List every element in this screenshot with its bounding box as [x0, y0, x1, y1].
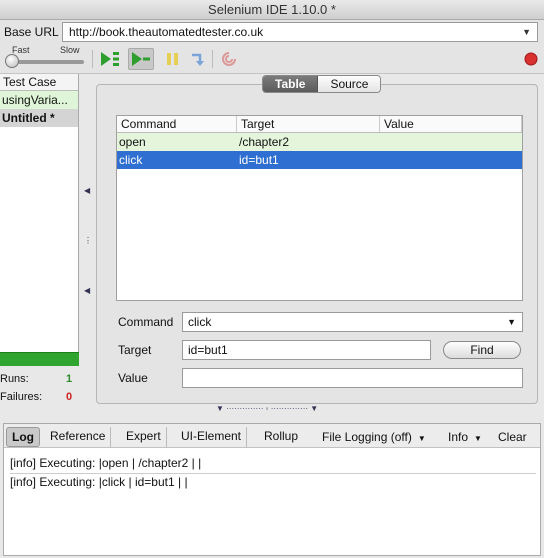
file-logging-menu[interactable]: File Logging (off) ▼ [322, 430, 426, 444]
record-icon [524, 52, 538, 66]
chevron-left-icon: ◀ [84, 286, 91, 295]
base-url-input[interactable]: http://book.theautomatedtester.co.uk ▼ [62, 22, 538, 42]
clear-button[interactable]: Clear [498, 430, 527, 444]
toolbar-divider [92, 50, 93, 68]
cell-target: /chapter2 [239, 135, 290, 149]
command-table: Command Target Value open /chapter2 clic… [116, 115, 523, 301]
speed-slow-label: Slow [60, 45, 80, 55]
file-logging-label: File Logging (off) [322, 430, 412, 444]
tab-source[interactable]: Source [318, 76, 381, 92]
horizontal-splitter[interactable]: ▼ ·············· ◦ ·············· ▼ [216, 404, 318, 413]
play-test-button[interactable] [128, 48, 154, 70]
test-case-panel: Test Case usingVaria... Untitled * [0, 74, 79, 352]
log-entry: [info] Executing: |open | /chapter2 | | [10, 456, 536, 474]
runs-label: Runs: [0, 373, 29, 385]
rollup-icon [222, 52, 236, 66]
tab-expert[interactable]: Expert [121, 427, 167, 447]
chevron-down-icon[interactable]: ▼ [507, 313, 516, 331]
play-suite-button[interactable] [97, 48, 123, 70]
failures-count: 0 [66, 391, 73, 403]
base-url-label: Base URL [4, 25, 59, 39]
chevron-left-icon: ◀ [84, 186, 91, 195]
command-label: Command [118, 315, 174, 329]
failures-label: Failures: [0, 391, 43, 403]
command-select[interactable]: click ▼ [182, 312, 523, 332]
grip-icon: ⋮ [84, 236, 92, 245]
cell-value [380, 133, 522, 151]
chevron-down-icon: ▼ [417, 434, 426, 443]
play-test-icon [132, 52, 150, 66]
editor-panel: Table Source Command Target Value open /… [96, 75, 538, 404]
pause-button[interactable] [160, 48, 186, 70]
table-row[interactable]: click id=but1 [117, 151, 522, 169]
speed-slider[interactable] [10, 60, 84, 64]
step-icon [192, 53, 204, 66]
column-header-target[interactable]: Target [237, 116, 380, 132]
cell-command: open [119, 135, 146, 149]
table-row[interactable]: open /chapter2 [117, 133, 522, 151]
target-input[interactable]: id=but1 [182, 340, 431, 360]
tab-rollup[interactable]: Rollup [259, 427, 303, 447]
value-input[interactable] [182, 368, 523, 388]
base-url-value: http://book.theautomatedtester.co.uk [69, 25, 264, 39]
window-title: Selenium IDE 1.10.0 * [0, 0, 544, 20]
rollup-button[interactable] [216, 48, 242, 70]
step-button[interactable] [184, 48, 210, 70]
log-level-menu[interactable]: Info ▼ [448, 430, 482, 444]
log-entry: [info] Executing: |click | id=but1 | | [10, 475, 188, 489]
table-header: Command Target Value [117, 116, 522, 133]
cell-value [380, 151, 522, 169]
tab-reference[interactable]: Reference [45, 427, 112, 447]
view-switch: Table Source [262, 75, 382, 93]
column-header-command[interactable]: Command [117, 116, 237, 132]
toolbar: Fast Slow [0, 44, 544, 74]
cell-target: id=but1 [239, 153, 279, 167]
toolbar-divider [212, 50, 213, 68]
cell-command: click [119, 153, 143, 167]
chevron-down-icon[interactable]: ▼ [522, 23, 531, 41]
test-case-item[interactable]: usingVaria... [0, 91, 78, 109]
target-label: Target [118, 343, 152, 357]
run-progress-bar [0, 352, 79, 366]
chevron-down-icon: ▼ [474, 434, 482, 443]
test-case-item[interactable]: Untitled * [0, 109, 78, 127]
bottom-panel: Log Reference Expert UI-Element Rollup F… [3, 423, 541, 556]
log-level-label: Info [448, 430, 469, 444]
runs-count: 1 [66, 373, 73, 385]
tab-log[interactable]: Log [6, 427, 40, 447]
column-header-value[interactable]: Value [380, 116, 522, 132]
speed-fast-label: Fast [12, 45, 30, 55]
tab-ui-element[interactable]: UI-Element [176, 427, 248, 447]
pause-icon [167, 53, 178, 65]
tab-table[interactable]: Table [263, 76, 319, 92]
base-url-bar: Base URL http://book.theautomatedtester.… [0, 20, 544, 44]
command-value: click [188, 315, 212, 329]
play-suite-icon [101, 52, 119, 66]
speed-slider-thumb[interactable] [5, 54, 19, 68]
find-button[interactable]: Find [443, 341, 521, 359]
record-button[interactable] [518, 48, 544, 70]
value-label: Value [118, 371, 148, 385]
test-case-header: Test Case [0, 74, 78, 91]
bottom-tab-bar: Log Reference Expert UI-Element Rollup F… [4, 424, 540, 448]
